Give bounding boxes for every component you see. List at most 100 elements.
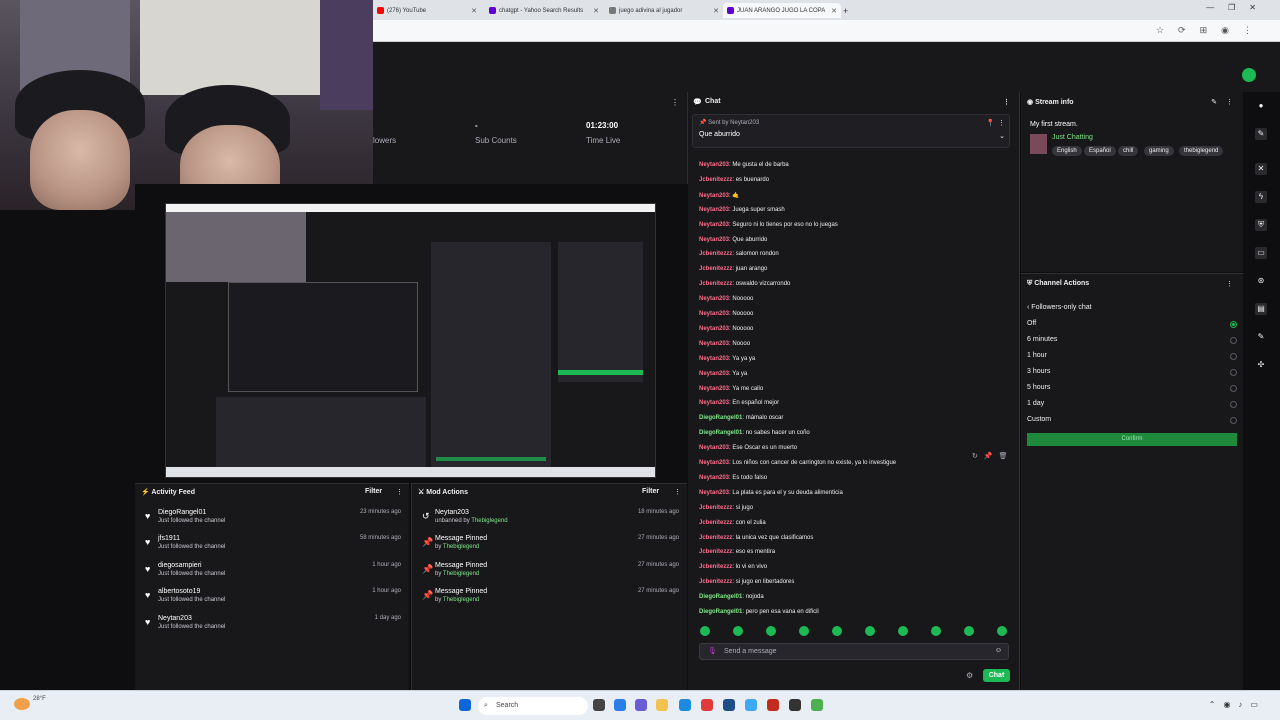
chat-message[interactable]: Neytan203: Nooooo: [699, 311, 753, 317]
more-icon[interactable]: ⋮: [1003, 98, 1010, 106]
tag[interactable]: chill: [1118, 146, 1139, 156]
emote-icon[interactable]: [733, 626, 743, 636]
windows-start-icon[interactable]: [459, 699, 471, 711]
radio[interactable]: [1230, 337, 1237, 344]
chat-message[interactable]: Jcbenitezzz: lo vi en vivo: [699, 564, 767, 570]
chat-username[interactable]: Neytan203: [699, 193, 729, 199]
radio[interactable]: [1230, 417, 1237, 424]
app-icon[interactable]: [767, 699, 779, 711]
chat-username[interactable]: Jcbenitezzz: [699, 281, 732, 287]
pinned-message[interactable]: 📌 Sent by Neytan203 Que aburrido 📍 ⋮ ⌄: [692, 114, 1010, 148]
lightning-icon[interactable]: ϟ: [1255, 191, 1267, 203]
chat-message[interactable]: Jcbenitezzz: si jugo: [699, 505, 753, 511]
chat-username[interactable]: Neytan203: [699, 237, 729, 243]
confirm-button[interactable]: Confirm: [1027, 433, 1237, 446]
app-icon[interactable]: [701, 699, 713, 711]
option-6-minutes[interactable]: 6 minutes: [1027, 336, 1237, 344]
browser-tab[interactable]: (276) YouTube ✕: [373, 3, 481, 18]
emote-icon[interactable]: [832, 626, 842, 636]
broadcast-icon[interactable]: ⊛: [1255, 275, 1267, 287]
chrome-icon[interactable]: [811, 699, 823, 711]
chat-message[interactable]: Jcbenitezzz: oswaldo vizcarrondo: [699, 281, 790, 287]
emote-icon[interactable]: [865, 626, 875, 636]
more-icon[interactable]: ⋮: [998, 119, 1005, 127]
option-custom[interactable]: Custom: [1027, 416, 1237, 424]
chat-message[interactable]: DiegoRangel01: pero pen esa vana en difi…: [699, 609, 819, 615]
option-1-day[interactable]: 1 day: [1027, 400, 1237, 408]
chat-username[interactable]: DiegoRangel01: [699, 594, 742, 600]
chat-message[interactable]: Neytan203: En español mejor: [699, 400, 779, 406]
shield-icon[interactable]: ⛨: [1255, 219, 1267, 231]
emote-icon[interactable]: [931, 626, 941, 636]
layout-icon[interactable]: ▤: [1255, 303, 1267, 315]
chat-username[interactable]: Neytan203: [699, 386, 729, 392]
browser-tab-active[interactable]: JUAN ARANGO JUGO LA COPA ✕: [723, 3, 841, 18]
chat-message[interactable]: Neytan203: Ya me callo: [699, 386, 763, 392]
chat-username[interactable]: Neytan203: [699, 475, 729, 481]
chat-username[interactable]: DiegoRangel01: [699, 415, 742, 421]
chat-username[interactable]: Neytan203: [699, 162, 729, 168]
chat-username[interactable]: Neytan203: [699, 490, 729, 496]
chat-message[interactable]: Neytan203: Que aburrido: [699, 237, 767, 243]
chat-username[interactable]: Neytan203: [699, 371, 729, 377]
task-view-icon[interactable]: [593, 699, 605, 711]
chat-username[interactable]: Jcbenitezzz: [699, 535, 732, 541]
chat-username[interactable]: Jcbenitezzz: [699, 266, 732, 272]
chat-message[interactable]: Neytan203: Juega super smash: [699, 207, 785, 213]
chat-username[interactable]: DiegoRangel01: [699, 430, 742, 436]
chat-username[interactable]: Neytan203: [699, 460, 729, 466]
chat-message[interactable]: Neytan203: Los niños con cancer de carri…: [699, 460, 896, 466]
address-bar[interactable]: ☆⟳⊞◉⋮: [373, 20, 1280, 42]
chat-message[interactable]: Jcbenitezzz: salomon rondon: [699, 251, 779, 257]
option-3-hours[interactable]: 3 hours: [1027, 368, 1237, 376]
chat-message[interactable]: Neytan203: Ya ya ya: [699, 356, 755, 362]
message-actions[interactable]: ↻📌🗑: [972, 452, 1013, 460]
chat-message[interactable]: Neytan203: Ese Oscar es un muerto: [699, 445, 797, 451]
chat-username[interactable]: Jcbenitezzz: [699, 251, 732, 257]
chat-send-button[interactable]: Chat: [983, 669, 1010, 682]
back-button[interactable]: ‹ Followers-only chat: [1027, 304, 1092, 311]
chat-message[interactable]: Neytan203: Es todo falso: [699, 475, 767, 481]
chat-username[interactable]: Neytan203: [699, 326, 729, 332]
more-icon[interactable]: ⋮: [674, 488, 681, 496]
avatar[interactable]: [1242, 68, 1256, 82]
tag[interactable]: English: [1052, 146, 1082, 156]
radio[interactable]: [1230, 401, 1237, 408]
chat-message[interactable]: Neytan203: Ya ya: [699, 371, 747, 377]
app-icon[interactable]: [789, 699, 801, 711]
radio[interactable]: [1230, 353, 1237, 360]
chat-username[interactable]: Neytan203: [699, 222, 729, 228]
more-icon[interactable]: ⋮: [1226, 280, 1233, 288]
browser-toolbar-icons[interactable]: ☆⟳⊞◉⋮: [1156, 25, 1266, 36]
radio[interactable]: [1230, 385, 1237, 392]
tag[interactable]: gaming: [1144, 146, 1174, 156]
emote-icon[interactable]: [964, 626, 974, 636]
teams-icon[interactable]: [635, 699, 647, 711]
close-icon[interactable]: ✕: [713, 7, 719, 15]
option-off[interactable]: Off: [1027, 320, 1237, 328]
chat-message[interactable]: Jcbenitezzz: con el zulia: [699, 520, 766, 526]
edge-icon[interactable]: [679, 699, 691, 711]
radio[interactable]: [1230, 369, 1237, 376]
close-icon[interactable]: ✕: [471, 7, 477, 15]
chevron-down-icon[interactable]: ⌄: [999, 132, 1005, 140]
extensions-icon[interactable]: ✣: [1255, 359, 1267, 371]
chat-input[interactable]: 🎙 Send a message ☺: [699, 643, 1009, 660]
chat-message[interactable]: DiegoRangel01: mámalo oscar: [699, 415, 783, 421]
chat-message[interactable]: DiegoRangel01: nojoda: [699, 594, 764, 600]
chat-username[interactable]: Neytan203: [699, 400, 729, 406]
close-icon[interactable]: ✕: [1255, 163, 1267, 175]
close-icon[interactable]: ✕: [831, 7, 837, 15]
more-icon[interactable]: ⋮: [396, 488, 403, 496]
chat-username[interactable]: Neytan203: [699, 207, 729, 213]
pencil-icon[interactable]: ✎: [1255, 331, 1267, 343]
option-1-hour[interactable]: 1 hour: [1027, 352, 1237, 360]
chat-message[interactable]: Jcbenitezzz: juan arango: [699, 266, 767, 272]
weather-icon[interactable]: [14, 698, 30, 710]
tag[interactable]: Español: [1084, 146, 1116, 156]
chat-message[interactable]: DiegoRangel01: no sabes hacer un coño: [699, 430, 810, 436]
chat-username[interactable]: DiegoRangel01: [699, 609, 742, 615]
chat-message[interactable]: Jcbenitezzz: si jugo en libertadores: [699, 579, 794, 585]
emote-icon[interactable]: [997, 626, 1007, 636]
chat-username[interactable]: Neytan203: [699, 445, 729, 451]
